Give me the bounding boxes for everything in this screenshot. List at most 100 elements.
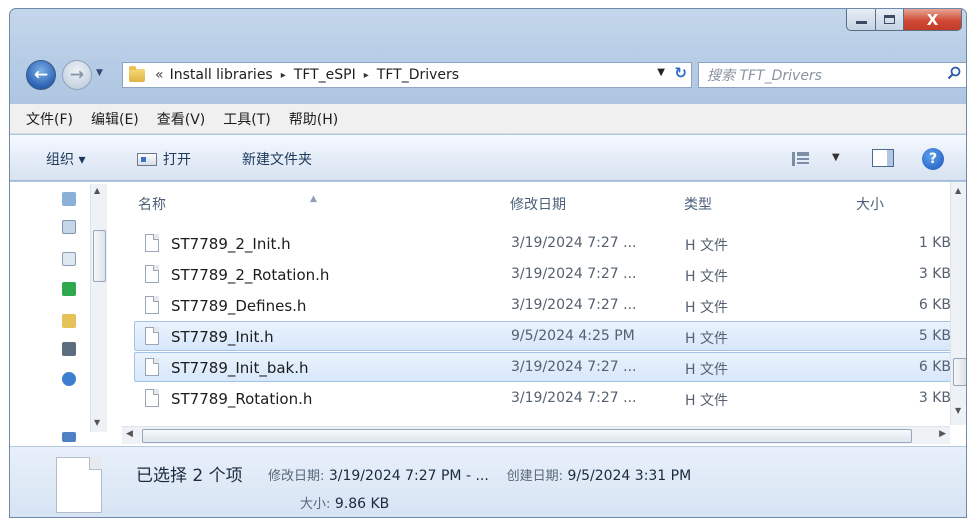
date-info: 修改日期: 3/19/2024 7:27 PM - ... 创建日期: 9/5/… bbox=[268, 465, 691, 484]
file-date: 9/5/2024 4:25 PM bbox=[511, 328, 635, 344]
h-file-icon bbox=[145, 389, 159, 407]
file-type: H 文件 bbox=[685, 300, 728, 316]
size-label: 大小: bbox=[300, 497, 331, 512]
sort-ascending-icon: ▲ bbox=[310, 194, 317, 204]
file-type: H 文件 bbox=[685, 269, 728, 285]
file-scroll-thumb[interactable] bbox=[953, 358, 966, 386]
recent-pages-dropdown[interactable]: ▼ bbox=[96, 68, 103, 78]
file-row[interactable]: ST7789_Init.h 9/5/2024 4:25 PM H 文件 5 KB bbox=[134, 321, 952, 351]
file-size: 5 KB bbox=[918, 328, 951, 344]
col-name[interactable]: 名称 bbox=[138, 194, 166, 214]
search-icon[interactable] bbox=[947, 66, 961, 80]
menu-help[interactable]: 帮助(H) bbox=[287, 107, 340, 131]
horizontal-scrollbar[interactable]: ◀ ▶ bbox=[122, 426, 950, 444]
file-size: 3 KB bbox=[918, 390, 951, 406]
network-icon[interactable] bbox=[62, 432, 76, 442]
h-file-icon bbox=[145, 296, 159, 314]
nav-item-icon[interactable] bbox=[62, 342, 76, 356]
maximize-button[interactable] bbox=[876, 9, 904, 31]
file-date: 3/19/2024 7:27 ... bbox=[511, 297, 637, 313]
new-folder-button[interactable]: 新建文件夹 bbox=[242, 149, 312, 169]
breadcrumb-tft-espi[interactable]: TFT_eSPI bbox=[294, 67, 356, 83]
forward-button[interactable]: → bbox=[62, 60, 92, 90]
scroll-left-icon[interactable]: ◀ bbox=[126, 429, 133, 439]
nav-scrollbar[interactable]: ▲ ▼ bbox=[90, 184, 107, 432]
nav-item-icon[interactable] bbox=[62, 252, 76, 266]
file-date: 3/19/2024 7:27 ... bbox=[511, 359, 637, 375]
nav-item-icon[interactable] bbox=[62, 192, 76, 206]
address-bar[interactable]: « Install libraries ▸ TFT_eSPI ▸ TFT_Dri… bbox=[122, 62, 692, 88]
refresh-icon[interactable]: ↻ bbox=[674, 64, 687, 82]
scroll-right-icon[interactable]: ▶ bbox=[939, 429, 946, 439]
menu-edit[interactable]: 编辑(E) bbox=[89, 107, 141, 131]
content-area: ▲ ▼ ▲ 名称 修改日期 类型 大小 ST7789_2_Init.h 3/19/… bbox=[10, 182, 966, 446]
address-dropdown-icon[interactable]: ▼ bbox=[657, 67, 665, 78]
forward-arrow-icon: → bbox=[69, 65, 85, 85]
file-name: ST7789_Init.h bbox=[171, 328, 274, 346]
file-list-scrollbar[interactable]: ▲ ▼ bbox=[950, 182, 966, 425]
view-options-dropdown-icon[interactable]: ▼ bbox=[832, 152, 840, 163]
size-info: 大小: 9.86 KB bbox=[300, 493, 389, 512]
scroll-up-icon[interactable]: ▲ bbox=[94, 186, 100, 195]
menu-bar: 文件(F) 编辑(E) 查看(V) 工具(T) 帮助(H) bbox=[10, 104, 966, 134]
caption-buttons: X bbox=[846, 9, 962, 36]
scroll-down-icon[interactable]: ▼ bbox=[955, 406, 961, 415]
file-row[interactable]: ST7789_Defines.h 3/19/2024 7:27 ... H 文件 6 … bbox=[134, 290, 952, 320]
change-view-icon[interactable] bbox=[792, 152, 810, 166]
organize-button[interactable]: 组织 ▾ bbox=[46, 149, 85, 169]
back-button[interactable]: ← bbox=[26, 60, 56, 90]
breadcrumb-tft-drivers[interactable]: TFT_Drivers bbox=[377, 67, 459, 83]
col-type[interactable]: 类型 bbox=[684, 194, 712, 214]
file-date: 3/19/2024 7:27 ... bbox=[511, 235, 637, 251]
created-label: 创建日期: bbox=[506, 469, 563, 484]
scroll-down-icon[interactable]: ▼ bbox=[94, 418, 100, 427]
command-bar: 组织 ▾ 打开 新建文件夹 ▼ ? bbox=[10, 135, 966, 181]
breadcrumb-overflow[interactable]: « bbox=[155, 67, 164, 83]
navigation-pane: ▲ ▼ bbox=[10, 182, 112, 446]
back-arrow-icon: ← bbox=[33, 65, 49, 85]
breadcrumb-install-libraries[interactable]: Install libraries bbox=[170, 67, 273, 83]
file-row[interactable]: ST7789_Rotation.h 3/19/2024 7:27 ... H 文件 3… bbox=[134, 383, 952, 413]
file-date: 3/19/2024 7:27 ... bbox=[511, 390, 637, 406]
minimize-button[interactable] bbox=[846, 9, 876, 31]
address-row: ← → ▼ « Install libraries ▸ TFT_eSPI ▸ T… bbox=[10, 55, 966, 95]
scroll-up-icon[interactable]: ▲ bbox=[955, 186, 961, 195]
folder-icon bbox=[129, 65, 145, 82]
horizontal-scroll-thumb[interactable] bbox=[142, 429, 912, 443]
breadcrumb-separator-icon[interactable]: ▸ bbox=[364, 70, 369, 81]
open-button[interactable]: 打开 bbox=[137, 149, 191, 169]
col-date[interactable]: 修改日期 bbox=[510, 194, 566, 214]
menu-tools[interactable]: 工具(T) bbox=[221, 107, 272, 131]
file-size: 6 KB bbox=[918, 297, 951, 313]
folder-icon[interactable] bbox=[62, 314, 76, 328]
file-preview-icon bbox=[56, 457, 102, 513]
breadcrumb-separator-icon[interactable]: ▸ bbox=[281, 70, 286, 81]
search-input[interactable]: 搜索 TFT_Drivers bbox=[698, 62, 966, 88]
preview-pane-icon[interactable] bbox=[872, 149, 894, 167]
menu-view[interactable]: 查看(V) bbox=[155, 107, 208, 131]
file-row[interactable]: ST7789_2_Rotation.h 3/19/2024 7:27 ... H 文… bbox=[134, 259, 952, 289]
file-name: ST7789_Defines.h bbox=[171, 297, 307, 315]
h-file-icon bbox=[145, 265, 159, 283]
menu-file[interactable]: 文件(F) bbox=[24, 107, 75, 131]
close-icon: X bbox=[926, 10, 939, 29]
modified-label: 修改日期: bbox=[268, 469, 325, 484]
help-icon[interactable]: ? bbox=[922, 148, 944, 170]
music-icon[interactable] bbox=[62, 372, 76, 386]
file-row[interactable]: ST7789_2_Init.h 3/19/2024 7:27 ... H 文件 1 K… bbox=[134, 228, 952, 258]
file-date: 3/19/2024 7:27 ... bbox=[511, 266, 637, 282]
file-size: 6 KB bbox=[918, 359, 951, 375]
nav-item-icon[interactable] bbox=[62, 282, 76, 296]
file-name: ST7789_Init_bak.h bbox=[171, 359, 309, 377]
file-name: ST7789_2_Rotation.h bbox=[171, 266, 330, 284]
open-label: 打开 bbox=[163, 152, 191, 168]
close-button[interactable]: X bbox=[904, 9, 962, 31]
file-row[interactable]: ST7789_Init_bak.h 3/19/2024 7:27 ... H 文件 6… bbox=[134, 352, 952, 382]
h-file-icon bbox=[145, 327, 159, 345]
h-file-icon bbox=[145, 358, 159, 376]
nav-scroll-thumb[interactable] bbox=[93, 230, 106, 282]
nav-item-icon[interactable] bbox=[62, 220, 76, 234]
column-header: ▲ 名称 修改日期 类型 大小 bbox=[112, 182, 950, 222]
col-size[interactable]: 大小 bbox=[856, 194, 884, 214]
size-value: 9.86 KB bbox=[334, 496, 390, 512]
